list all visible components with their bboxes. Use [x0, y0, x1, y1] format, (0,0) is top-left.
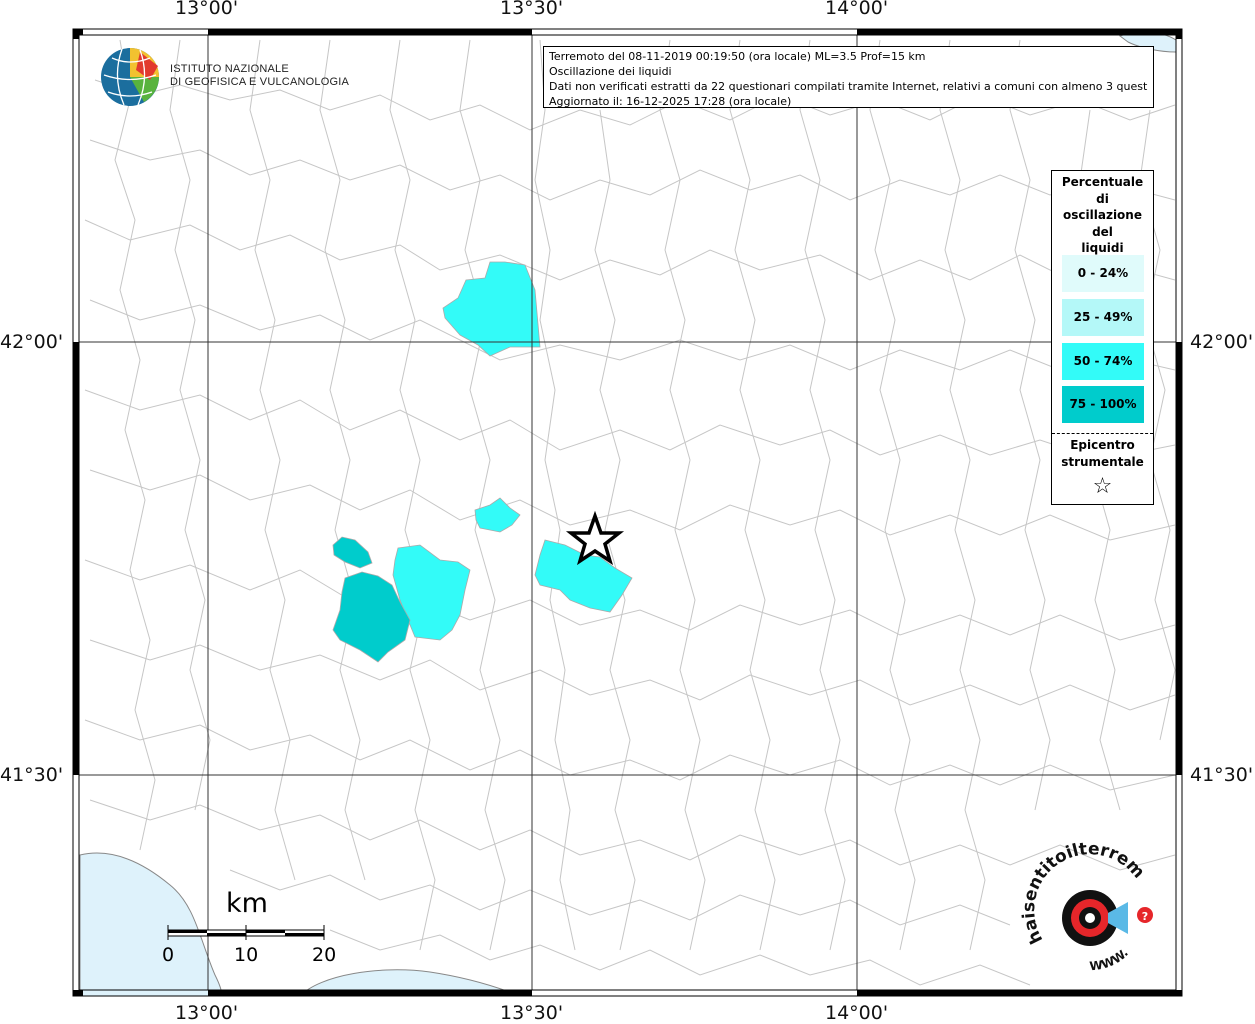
- legend-title-line: oscillazione: [1063, 208, 1142, 222]
- data-note: Dati non verificati estratti da 22 quest…: [549, 80, 1148, 93]
- svg-text:?: ?: [1142, 910, 1148, 923]
- legend-epicenter-line: Epicentro: [1070, 438, 1135, 452]
- legend-class-25-49: 25 - 49%: [1062, 299, 1144, 336]
- globe-logo-icon: [101, 48, 159, 106]
- right-label-4130: 41°30': [1190, 764, 1254, 786]
- left-label-4130: 41°30': [0, 764, 64, 786]
- legend: Percentuale di oscillazione del liquidi …: [1051, 170, 1154, 505]
- right-label-4200: 42°00': [1190, 331, 1254, 353]
- legend-star-icon: ☆: [1092, 474, 1113, 499]
- scale-unit: km: [226, 888, 268, 919]
- event-info-box: Terremoto del 08-11-2019 00:19:50 (ora l…: [543, 46, 1154, 108]
- ingv-line-2: DI GEOFISICA E VULCANOLOGIA: [170, 76, 349, 88]
- legend-class-0-24: 0 - 24%: [1062, 255, 1144, 292]
- legend-title-line: del: [1092, 224, 1113, 239]
- bottom-label-1400: 14°00': [825, 1002, 889, 1024]
- bottom-label-1300: 13°00': [175, 1002, 239, 1024]
- scale-tick-20: 20: [312, 944, 337, 966]
- update-time: Aggiornato il: 16-12-2025 17:28 (ora loc…: [549, 95, 792, 108]
- legend-epicenter-label: Epicentro strumentale: [1052, 437, 1153, 470]
- legend-title-line: di: [1096, 191, 1109, 206]
- legend-title: Percentuale di oscillazione del liquidi: [1052, 171, 1153, 257]
- legend-class-50-74: 50 - 74%: [1062, 343, 1144, 380]
- map-subject: Oscillazione dei liquidi: [549, 65, 672, 78]
- legend-title-line: Percentuale: [1061, 175, 1144, 189]
- map-area: [73, 29, 1182, 996]
- intensity-map: ? haisentitoilterremoto.it WWW. 13°00' 1…: [0, 0, 1255, 1024]
- top-label-1300: 13°00': [175, 0, 239, 19]
- scale-tick-10: 10: [234, 944, 259, 966]
- ingv-line-1: ISTITUTO NAZIONALE: [170, 63, 289, 75]
- bottom-label-1330: 13°30': [500, 1002, 564, 1024]
- map-canvas: ? haisentitoilterremoto.it WWW.: [0, 0, 1183, 997]
- legend-class-75-100: 75 - 100%: [1062, 386, 1144, 423]
- legend-epicenter-line: strumentale: [1061, 454, 1144, 469]
- top-label-1400: 14°00': [825, 0, 889, 19]
- ingv-logo-text: ISTITUTO NAZIONALE DI GEOFISICA E VULCAN…: [170, 63, 349, 89]
- left-label-4200: 42°00': [0, 331, 64, 353]
- legend-separator: [1052, 433, 1153, 434]
- top-label-1330: 13°30': [500, 0, 564, 19]
- event-title: Terremoto del 08-11-2019 00:19:50 (ora l…: [549, 50, 926, 63]
- scale-tick-0: 0: [162, 944, 175, 966]
